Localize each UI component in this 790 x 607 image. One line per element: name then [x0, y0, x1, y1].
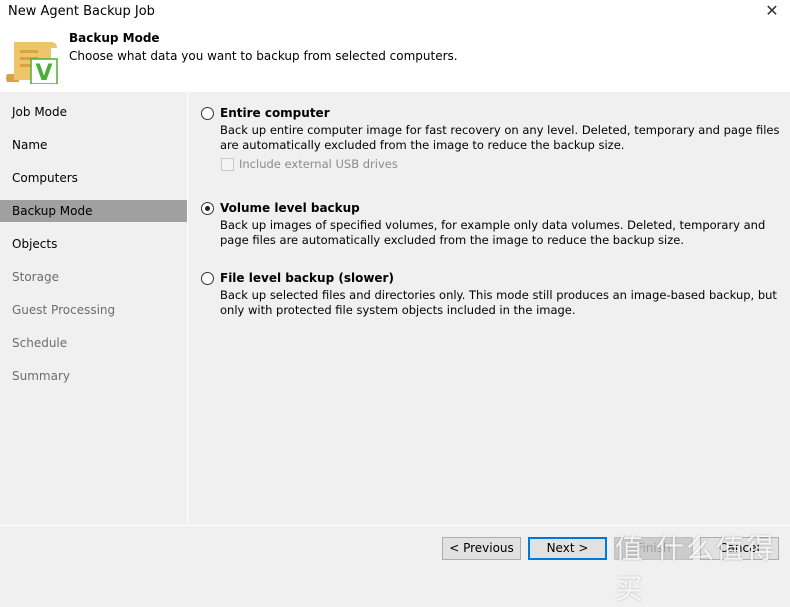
page-title: Backup Mode [69, 31, 160, 45]
sidebar-item-schedule: Schedule [12, 336, 68, 350]
include-usb-label: Include external USB drives [239, 157, 398, 171]
include-usb-checkbox[interactable] [221, 158, 234, 171]
option-description: Back up selected files and directories o… [220, 288, 777, 317]
option-description: Back up entire computer image for fast r… [220, 123, 780, 152]
sidebar-divider [187, 92, 188, 525]
sidebar-item-computers[interactable]: Computers [0, 167, 187, 189]
previous-button[interactable]: < Previous [442, 537, 521, 560]
footer-divider [0, 525, 790, 526]
option-description: Back up images of specified volumes, for… [220, 218, 766, 247]
radio-volume-level[interactable] [201, 202, 214, 215]
wizard-header: V Backup Mode Choose what data you want … [0, 26, 790, 92]
radio-file-level[interactable] [201, 272, 214, 285]
wizard-steps: Job Mode Name Computers Backup Mode Obje… [0, 92, 187, 525]
sidebar-item-backup-mode[interactable]: Backup Mode [0, 200, 187, 222]
page-subtitle: Choose what data you want to backup from… [69, 49, 458, 63]
next-button[interactable]: Next > [528, 537, 607, 560]
window-title: New Agent Backup Job [8, 4, 155, 19]
svg-text:V: V [35, 61, 52, 84]
cancel-button[interactable]: Cancel [700, 537, 779, 560]
scroll-with-v-icon: V [6, 42, 58, 84]
close-icon[interactable]: ✕ [762, 1, 782, 20]
sidebar-item-storage: Storage [12, 270, 59, 284]
sidebar-item-job-mode[interactable]: Job Mode [0, 101, 187, 123]
sidebar-item-objects[interactable]: Objects [0, 233, 187, 255]
sidebar-item-summary: Summary [12, 369, 70, 383]
sidebar-item-name[interactable]: Name [0, 134, 187, 156]
option-label[interactable]: Volume level backup [220, 201, 360, 215]
option-label[interactable]: File level backup (slower) [220, 271, 394, 285]
title-bar: New Agent Backup Job ✕ [0, 0, 790, 26]
option-label[interactable]: Entire computer [220, 106, 330, 120]
finish-button: Finish [614, 537, 693, 560]
sidebar-item-guest-processing: Guest Processing [12, 303, 116, 317]
radio-entire-computer[interactable] [201, 107, 214, 120]
